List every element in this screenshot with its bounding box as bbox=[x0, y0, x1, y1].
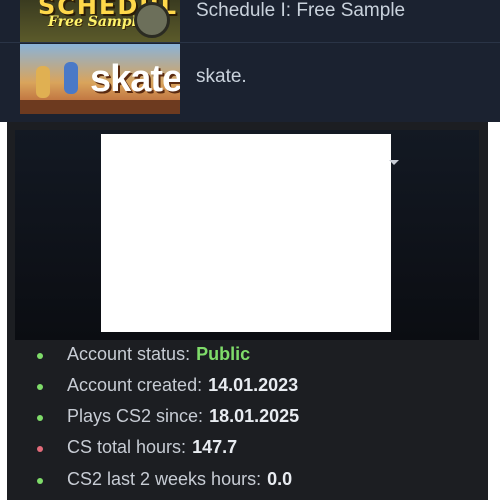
banner-image-placeholder bbox=[101, 134, 391, 332]
skater-figure bbox=[36, 66, 50, 98]
game-title[interactable]: Schedule I: Free Sample bbox=[196, 0, 405, 22]
thumbnail-logo-text: skate. bbox=[90, 58, 180, 100]
stat-label: Plays CS2 since: bbox=[67, 406, 204, 426]
game-thumbnail-skate[interactable]: skate. bbox=[20, 44, 180, 114]
stat-value: 147.7 bbox=[192, 437, 238, 457]
stat-label: CS2 last 2 weeks hours: bbox=[67, 469, 262, 489]
thumbnail-ground bbox=[20, 100, 180, 114]
chevron-down-icon[interactable] bbox=[389, 160, 399, 165]
bullet-dot-icon bbox=[37, 446, 43, 452]
game-thumbnail-schedule[interactable]: SCHEDULE Free Sample bbox=[20, 0, 180, 42]
skater-figure bbox=[64, 62, 78, 94]
bullet-dot-icon bbox=[37, 478, 43, 484]
bullet-dot-icon bbox=[37, 353, 43, 359]
stat-value: 18.01.2025 bbox=[209, 406, 300, 426]
stat-value: 14.01.2023 bbox=[208, 375, 299, 395]
stat-value: 0.0 bbox=[267, 469, 293, 489]
stat-label: Account created: bbox=[67, 375, 203, 395]
thumbnail-subtitle-text: Free Sample bbox=[48, 14, 146, 30]
bullet-dot-icon bbox=[37, 384, 43, 390]
stat-label: CS total hours: bbox=[67, 437, 187, 457]
game-list: SCHEDULE Free Sample Schedule I: Free Sa… bbox=[0, 0, 500, 122]
game-row-schedule[interactable]: SCHEDULE Free Sample Schedule I: Free Sa… bbox=[0, 0, 500, 43]
stat-value: Public bbox=[196, 344, 251, 364]
stat-label: Account status: bbox=[67, 344, 191, 364]
game-row-skate[interactable]: skate. skate. bbox=[0, 44, 500, 116]
mascot-icon bbox=[134, 2, 170, 38]
banner-area bbox=[15, 130, 479, 340]
game-title[interactable]: skate. bbox=[196, 66, 247, 88]
bullet-dot-icon bbox=[37, 415, 43, 421]
stats-card: Account status: Public Account created: 14… bbox=[7, 122, 488, 500]
